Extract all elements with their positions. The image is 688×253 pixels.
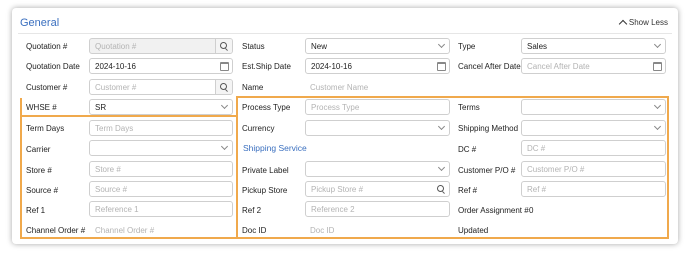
- quotation-date-label: Quotation Date: [26, 62, 80, 71]
- customer-name-field[interactable]: Customer Name: [310, 83, 368, 92]
- quotation-no-label: Quotation #: [26, 42, 68, 51]
- section-title: General: [20, 17, 60, 29]
- search-icon[interactable]: [215, 80, 232, 94]
- cancel-after-date-label: Cancel After Date: [458, 62, 521, 71]
- customer-no-label: Customer #: [26, 83, 68, 92]
- cancel-after-date-input[interactable]: Cancel After Date: [521, 58, 666, 74]
- calendar-icon[interactable]: [433, 59, 449, 73]
- est-ship-date-input[interactable]: 2024-10-16: [305, 58, 450, 74]
- type-label: Type: [458, 42, 476, 51]
- show-less-toggle[interactable]: Show Less: [618, 18, 668, 29]
- est-ship-date-label: Est.Ship Date: [242, 62, 291, 71]
- calendar-icon[interactable]: [649, 59, 665, 73]
- search-icon[interactable]: [215, 39, 232, 53]
- chevron-down-icon: [433, 39, 449, 53]
- highlight-right-block: [236, 96, 669, 239]
- quotation-no-input[interactable]: Quotation #: [89, 38, 233, 54]
- chevron-up-icon: [618, 19, 628, 29]
- divider: [18, 33, 672, 34]
- chevron-down-icon: [649, 39, 665, 53]
- quotation-date-input[interactable]: 2024-10-16: [89, 58, 233, 74]
- status-label: Status: [242, 42, 265, 51]
- highlight-lower-left: [20, 115, 238, 239]
- calendar-icon[interactable]: [216, 59, 232, 73]
- type-select[interactable]: Sales: [521, 38, 666, 54]
- show-less-label: Show Less: [628, 18, 668, 27]
- name-label: Name: [242, 83, 264, 92]
- status-select[interactable]: New: [305, 38, 450, 54]
- customer-no-input[interactable]: Customer #: [89, 79, 233, 95]
